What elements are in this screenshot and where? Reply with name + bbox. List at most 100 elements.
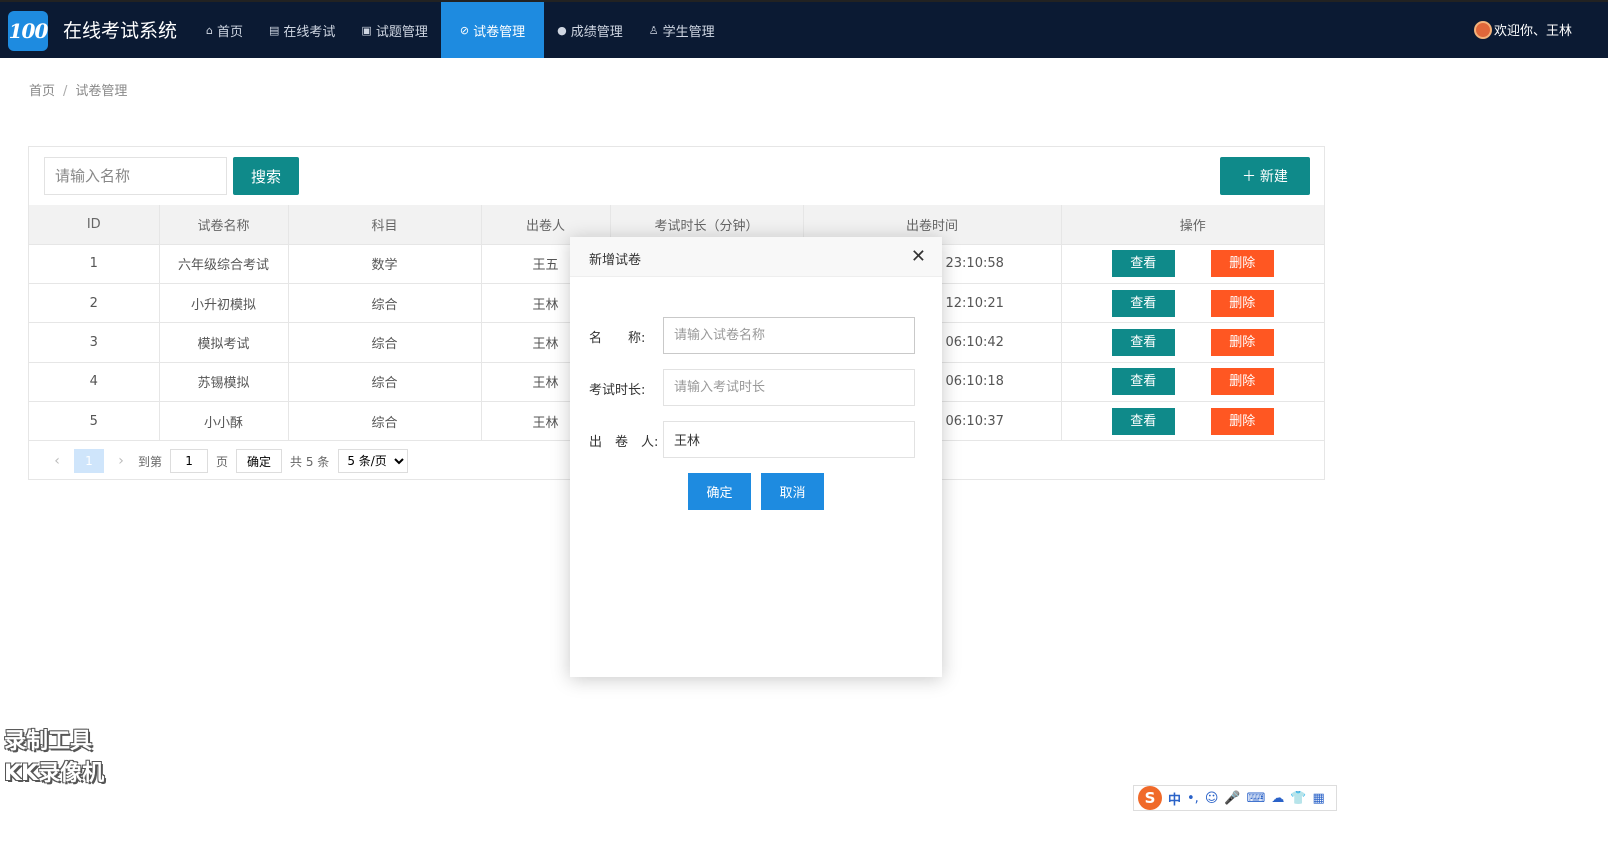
breadcrumb-current: 试卷管理 [75, 84, 128, 99]
view-button[interactable]: 查看 [1111, 328, 1175, 356]
delete-button[interactable]: 删除 [1210, 328, 1274, 356]
breadcrumb-home[interactable]: 首页 [29, 84, 55, 99]
link-icon: ⊘ [459, 23, 470, 37]
view-button[interactable]: 查看 [1111, 289, 1175, 317]
nav-label: 成绩管理 [570, 24, 623, 40]
form-row-duration: 考试时长: [589, 369, 919, 406]
search-input[interactable] [44, 157, 227, 195]
cell-name: 苏锡模拟 [159, 362, 289, 403]
dialog-header: 新增试卷 ✕ [570, 237, 942, 277]
sogou-logo-icon[interactable]: S [1138, 786, 1162, 810]
nav-question-management[interactable]: ▣ 试题管理 [348, 2, 440, 58]
cell-actions: 查看 删除 [1061, 244, 1324, 284]
watermark-line: KK录像机 [4, 761, 105, 786]
breadcrumb-separator: / [63, 84, 68, 99]
form-row-author: 出 卷 人: [589, 421, 919, 458]
form-row-name: 名 称: [589, 317, 919, 354]
col-header-actions: 操作 [1061, 205, 1324, 245]
delete-button[interactable]: 删除 [1210, 368, 1274, 396]
app-logo[interactable]: 100 [8, 11, 48, 51]
view-button[interactable]: 查看 [1111, 250, 1175, 278]
confirm-button[interactable]: 确定 [688, 473, 751, 510]
cell-id: 3 [29, 322, 160, 363]
nav-student-management[interactable]: ♙ 学生管理 [636, 2, 728, 58]
cell-actions: 查看 删除 [1061, 401, 1324, 442]
edit-icon: ▣ [361, 23, 372, 37]
nav-label: 试题管理 [375, 24, 428, 40]
delete-button[interactable]: 删除 [1210, 407, 1274, 435]
cell-name: 六年级综合考试 [159, 244, 289, 284]
top-navbar: 100 在线考试系统 ⌂ 首页 ▤ 在线考试 ▣ 试题管理 ⊘ 试卷管理 ● 成… [0, 0, 1608, 58]
cell-subject: 综合 [288, 283, 482, 324]
user-icon: ♙ [648, 23, 659, 37]
nav-label: 学生管理 [662, 24, 715, 40]
delete-button[interactable]: 删除 [1210, 289, 1274, 317]
author-label: 出 卷 人: [589, 435, 659, 450]
cell-id: 5 [29, 401, 160, 442]
cell-id: 1 [29, 244, 160, 284]
cloud-icon[interactable]: ☁ [1271, 791, 1284, 806]
cell-subject: 综合 [288, 322, 482, 363]
duration-input[interactable] [663, 369, 915, 406]
total-count: 共 5 条 [290, 454, 330, 469]
cancel-button[interactable]: 取消 [761, 473, 824, 510]
dialog-title: 新增试卷 [589, 253, 642, 268]
main-nav: ⌂ 首页 ▤ 在线考试 ▣ 试题管理 ⊘ 试卷管理 ● 成绩管理 ♙ 学生管理 [193, 2, 728, 58]
cell-name: 小小酥 [159, 401, 289, 442]
user-greeting: 欢迎你、王林 [1494, 24, 1573, 39]
cell-name: 小升初模拟 [159, 283, 289, 324]
paper-name-input[interactable] [663, 317, 915, 354]
recorder-watermark: 录制工具 KK录像机 [4, 726, 104, 790]
cell-subject: 综合 [288, 401, 482, 442]
watermark-line: 录制工具 [4, 729, 93, 754]
goto-page-input[interactable] [170, 449, 209, 473]
view-button[interactable]: 查看 [1111, 368, 1175, 396]
page-number-current[interactable]: 1 [74, 449, 104, 473]
nav-online-exam[interactable]: ▤ 在线考试 [256, 2, 348, 58]
nav-paper-management[interactable]: ⊘ 试卷管理 [440, 2, 545, 58]
page-size-select[interactable]: 5 条/页 [338, 449, 409, 473]
nav-home[interactable]: ⌂ 首页 [193, 2, 256, 58]
punctuation-icon[interactable]: •, [1187, 791, 1199, 806]
cell-actions: 查看 删除 [1061, 283, 1324, 324]
search-button[interactable]: 搜索 [233, 157, 299, 195]
duration-label: 考试时长: [589, 383, 646, 398]
cell-id: 4 [29, 362, 160, 403]
page-unit-label: 页 [216, 454, 229, 469]
author-input[interactable] [663, 421, 915, 458]
nav-label: 在线考试 [283, 24, 336, 40]
delete-button[interactable]: 删除 [1210, 250, 1274, 278]
chinese-mode-icon[interactable]: 中 [1168, 789, 1181, 808]
emoji-icon[interactable]: ☺ [1205, 791, 1219, 806]
cell-id: 2 [29, 283, 160, 324]
cell-actions: 查看 删除 [1061, 322, 1324, 363]
nav-label: 试卷管理 [473, 24, 526, 40]
score-icon: ● [557, 23, 567, 37]
nav-score-management[interactable]: ● 成绩管理 [544, 2, 636, 58]
next-page-icon[interactable]: › [110, 453, 132, 469]
user-menu[interactable]: 欢迎你、王林 [1474, 20, 1572, 39]
col-header-id: ID [29, 205, 160, 245]
close-icon[interactable]: ✕ [911, 246, 926, 267]
cell-actions: 查看 删除 [1061, 362, 1324, 403]
ime-toolbar: S 中 •, ☺ 🎤 ⌨ ☁ 👕 ▦ [1133, 785, 1337, 811]
document-icon: ▤ [269, 23, 280, 37]
cell-subject: 综合 [288, 362, 482, 403]
view-button[interactable]: 查看 [1111, 407, 1175, 435]
toolbox-icon[interactable]: ▦ [1313, 791, 1325, 806]
breadcrumb: 首页 / 试卷管理 [29, 80, 127, 99]
home-icon: ⌂ [206, 23, 213, 37]
new-paper-dialog: 新增试卷 ✕ 名 称: 考试时长: 出 卷 人: 确定 取消 [570, 237, 942, 677]
keyboard-icon[interactable]: ⌨ [1247, 791, 1266, 806]
cell-name: 模拟考试 [159, 322, 289, 363]
name-label: 名 称: [589, 331, 646, 346]
cell-subject: 数学 [288, 244, 482, 284]
microphone-icon[interactable]: 🎤 [1224, 791, 1240, 806]
goto-confirm-button[interactable]: 确定 [236, 449, 283, 473]
col-header-subject: 科目 [288, 205, 482, 245]
prev-page-icon[interactable]: ‹ [46, 453, 68, 469]
skin-icon[interactable]: 👕 [1290, 791, 1306, 806]
avatar [1474, 20, 1492, 39]
new-paper-button[interactable]: ＋ 新建 [1220, 157, 1310, 195]
col-header-name: 试卷名称 [159, 205, 289, 245]
